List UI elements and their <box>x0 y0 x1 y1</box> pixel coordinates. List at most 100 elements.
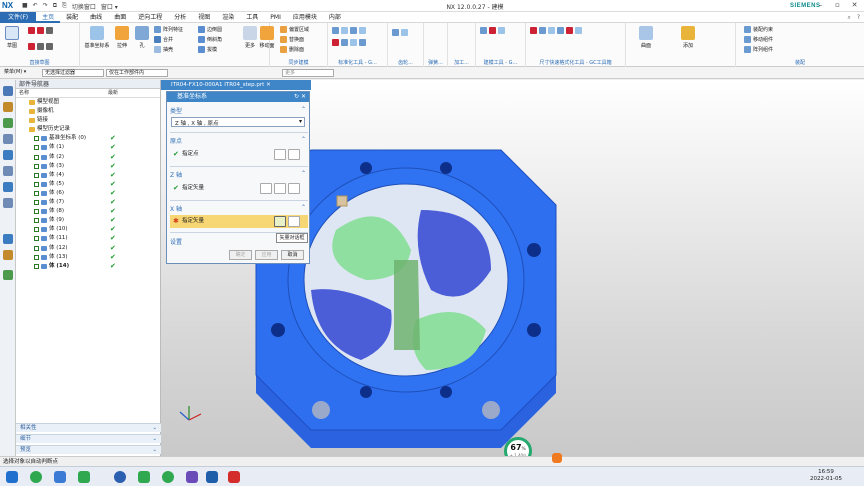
shell-button[interactable]: 抽壳 <box>154 46 173 53</box>
ok-button[interactable]: 确定 <box>229 250 252 260</box>
constraint-navigator-icon[interactable] <box>3 118 13 128</box>
extrude-button[interactable]: 拉伸 <box>112 26 132 49</box>
scope-select[interactable]: 仅在工作部件内 <box>106 69 168 77</box>
copy-icon[interactable]: ⧉ <box>53 2 57 11</box>
palette-icon[interactable] <box>3 270 13 280</box>
tree-row[interactable]: 模型视图 <box>16 98 160 107</box>
menu-tab[interactable]: 曲面 <box>108 12 132 23</box>
visibility-checkbox[interactable] <box>34 200 39 206</box>
pattern-feature-button[interactable]: 阵列特征 <box>154 26 183 33</box>
search-icon[interactable]: ⌕ <box>847 14 850 22</box>
visibility-checkbox[interactable] <box>34 154 39 160</box>
assembly-constraint-button[interactable]: 装配约束 <box>744 26 773 33</box>
wechat-icon[interactable] <box>78 471 90 483</box>
draft-button[interactable]: 拔模 <box>198 46 217 53</box>
start-icon[interactable] <box>6 471 18 483</box>
menu-tab[interactable]: PMI <box>264 12 287 23</box>
cancel-button[interactable]: 取消 <box>281 250 304 260</box>
vector-dialog-icon[interactable] <box>274 183 286 194</box>
switch-window-button[interactable]: 切换窗口 <box>72 2 96 11</box>
visibility-checkbox[interactable] <box>34 145 39 151</box>
dimension-tools-row[interactable] <box>530 27 582 34</box>
file-menu[interactable]: 文件(F) <box>0 11 37 23</box>
visibility-checkbox[interactable] <box>34 136 39 142</box>
column-name[interactable]: 名称 <box>16 89 108 97</box>
visibility-checkbox[interactable] <box>34 190 39 196</box>
type-section-header[interactable]: 类型 ⌃ <box>170 106 308 115</box>
menu-tab[interactable]: 曲线 <box>84 12 108 23</box>
redo-icon[interactable]: ↷ <box>43 2 48 11</box>
visibility-checkbox[interactable] <box>34 245 39 251</box>
tree-row[interactable]: 体 (9) ✔ <box>16 216 160 225</box>
web-browser-icon[interactable] <box>3 150 13 160</box>
tree-row[interactable]: 体 (14) ✔ <box>16 262 160 271</box>
roles-icon[interactable] <box>3 250 13 260</box>
visibility-checkbox[interactable] <box>34 181 39 187</box>
menu-tab[interactable]: 工具 <box>240 12 264 23</box>
standard-tools-row-2[interactable] <box>332 39 366 46</box>
visibility-checkbox[interactable] <box>34 236 39 242</box>
tree-row[interactable]: 基准坐标系 (0) ✔ <box>16 134 160 143</box>
app-icon-9[interactable] <box>228 471 240 483</box>
process-studio-icon[interactable] <box>3 198 13 208</box>
move-face-button[interactable]: 移动面 <box>256 26 278 49</box>
assembly-navigator-icon[interactable] <box>3 102 13 112</box>
column-latest[interactable]: 最新 <box>108 89 118 97</box>
unite-button[interactable]: 合并 <box>154 36 173 43</box>
details-section[interactable]: 细节 ⌄ <box>16 434 161 443</box>
type-select[interactable]: Z 轴 , X 轴 , 原点 ▾ <box>171 117 305 127</box>
sketch-tools-row[interactable] <box>28 27 53 34</box>
standard-tools-row[interactable] <box>332 27 366 34</box>
type-filter-select[interactable]: 无选择过滤器 <box>42 69 104 77</box>
x-axis-section-header[interactable]: X 轴 ⌃ <box>170 204 308 213</box>
vector-dialog-icon[interactable] <box>274 216 286 227</box>
tree-row[interactable]: 体 (2) ✔ <box>16 153 160 162</box>
visibility-checkbox[interactable] <box>34 227 39 233</box>
menu-tab[interactable]: 主页 <box>36 12 61 23</box>
menu-button[interactable]: 菜单(M) ▾ <box>2 69 40 77</box>
tree-row[interactable]: 体 (7) ✔ <box>16 198 160 207</box>
offset-region-button[interactable]: 偏置区域 <box>280 26 309 33</box>
app-icon-7[interactable] <box>186 471 198 483</box>
system-materials-icon[interactable] <box>3 182 13 192</box>
window-menu[interactable]: 窗口 ▾ <box>101 2 118 11</box>
visibility-checkbox[interactable] <box>34 209 39 215</box>
tree-row[interactable]: 体 (4) ✔ <box>16 171 160 180</box>
tree-row[interactable]: 体 (1) ✔ <box>16 143 160 152</box>
menu-tab[interactable]: 逆向工程 <box>132 12 168 23</box>
reuse-library-icon[interactable] <box>3 134 13 144</box>
tree-row[interactable]: 摄像机 <box>16 107 160 116</box>
inferred-vector-icon[interactable] <box>288 183 300 194</box>
move-component-button[interactable]: 移动组件 <box>744 36 773 43</box>
app-icon-1[interactable] <box>30 471 42 483</box>
visibility-checkbox[interactable] <box>34 254 39 260</box>
menu-tab[interactable]: 装配 <box>60 12 84 23</box>
app-icon-4[interactable] <box>114 471 126 483</box>
menu-tab[interactable]: 渲染 <box>216 12 240 23</box>
tree-row[interactable]: 体 (12) ✔ <box>16 244 160 253</box>
add-component-button[interactable]: 添加 <box>678 26 698 49</box>
app-icon-2[interactable] <box>54 471 66 483</box>
menu-tab[interactable]: 视图 <box>192 12 216 23</box>
z-axis-section-header[interactable]: Z 轴 ⌃ <box>170 170 308 179</box>
visibility-checkbox[interactable] <box>34 163 39 169</box>
origin-section-header[interactable]: 原点 ⌃ <box>170 136 308 145</box>
preview-section[interactable]: 预览 ⌄ <box>16 445 161 454</box>
datum-csys-button[interactable]: 基准坐标系 <box>84 26 110 49</box>
hole-button[interactable]: 孔 <box>132 26 152 49</box>
close-icon[interactable]: ✕ <box>846 0 863 10</box>
delete-face-button[interactable]: 删除面 <box>280 46 304 53</box>
menu-tab[interactable]: 分析 <box>168 12 192 23</box>
chamfer-button[interactable]: 倒斜角 <box>198 36 222 43</box>
close-icon[interactable]: ↻ ✕ <box>294 92 306 102</box>
tree-row[interactable]: 体 (3) ✔ <box>16 162 160 171</box>
clock-icon[interactable] <box>3 234 13 244</box>
inferred-vector-icon[interactable] <box>288 216 300 227</box>
edge-blend-button[interactable]: 边倒圆 <box>198 26 222 33</box>
visibility-checkbox[interactable] <box>34 263 39 269</box>
tree-row[interactable]: 体 (8) ✔ <box>16 207 160 216</box>
maximize-icon[interactable]: ▫ <box>829 0 846 10</box>
paste-icon[interactable]: ⎘ <box>62 2 67 11</box>
menu-tab[interactable]: 应用模块 <box>287 12 323 23</box>
surface-button[interactable]: 曲面 <box>636 26 656 49</box>
